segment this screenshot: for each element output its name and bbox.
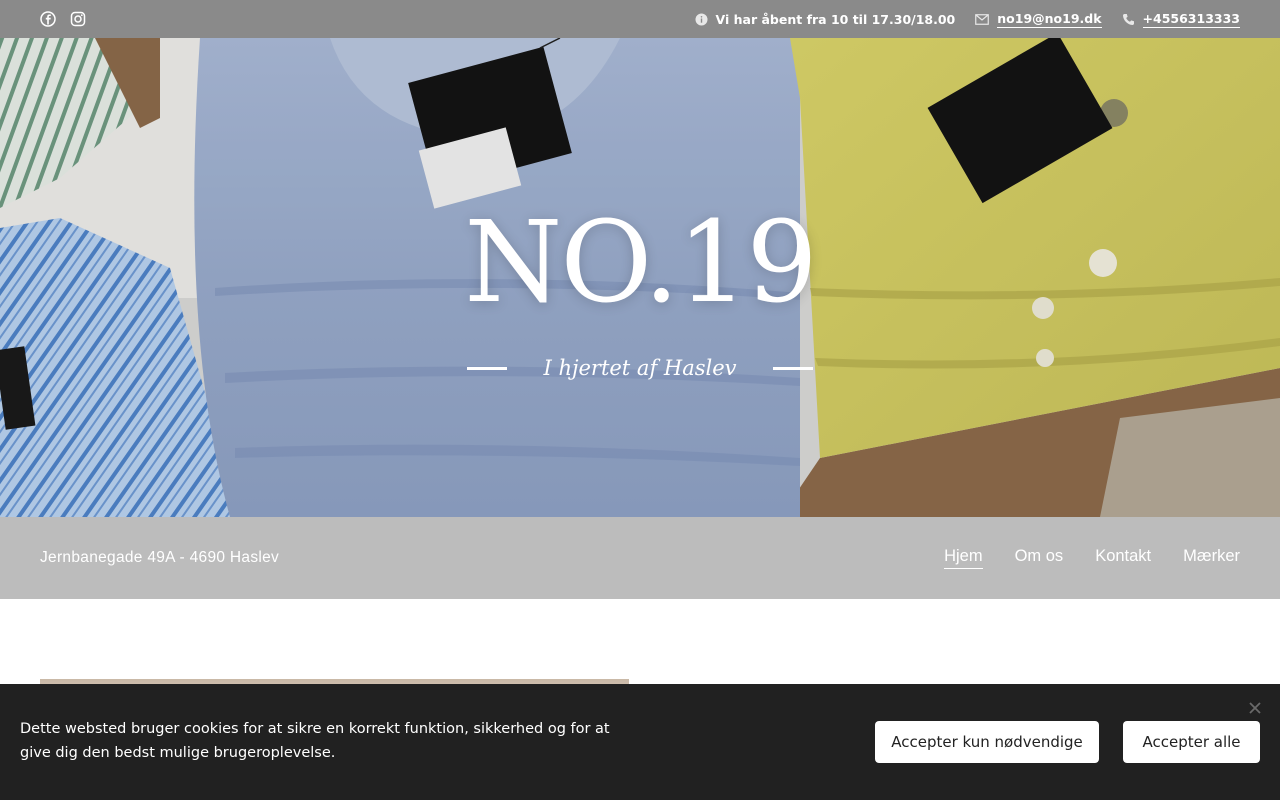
cookie-banner: Dette websted bruger cookies for at sikr… bbox=[0, 684, 1280, 800]
close-icon[interactable] bbox=[1248, 700, 1262, 714]
mail-icon bbox=[975, 13, 990, 25]
nav-item-hjem[interactable]: Hjem bbox=[944, 547, 983, 569]
email-link[interactable]: no19@no19.dk bbox=[997, 11, 1102, 28]
email-contact: no19@no19.dk bbox=[975, 11, 1102, 28]
main-nav: Hjem Om os Kontakt Mærker bbox=[944, 547, 1240, 569]
nav-item-maerker[interactable]: Mærker bbox=[1183, 547, 1240, 569]
phone-icon bbox=[1122, 13, 1134, 25]
phone-contact: +4556313333 bbox=[1122, 11, 1240, 28]
subtitle-divider-right bbox=[772, 366, 813, 370]
store-address: Jernbanegade 49A - 4690 Haslev bbox=[40, 549, 280, 566]
hero-title: NO.19 bbox=[464, 198, 817, 328]
cookie-message: Dette websted bruger cookies for at sikr… bbox=[20, 721, 610, 761]
accept-necessary-button[interactable]: Accepter kun nødvendige bbox=[875, 721, 1099, 763]
contact-info: Vi har åbent fra 10 til 17.30/18.00 no19… bbox=[695, 11, 1240, 28]
phone-link[interactable]: +4556313333 bbox=[1142, 11, 1240, 28]
facebook-icon[interactable] bbox=[40, 11, 56, 27]
nav-item-om-os[interactable]: Om os bbox=[1015, 547, 1064, 569]
nav-item-kontakt[interactable]: Kontakt bbox=[1095, 547, 1151, 569]
hero-banner: NO.19 I hjertet af Haslev bbox=[0, 38, 1280, 517]
navigation-bar: Jernbanegade 49A - 4690 Haslev Hjem Om o… bbox=[0, 517, 1280, 599]
info-icon bbox=[695, 13, 708, 25]
subtitle-divider-left bbox=[467, 366, 508, 370]
hero-subtitle: I hjertet af Haslev bbox=[543, 356, 737, 380]
opening-hours: Vi har åbent fra 10 til 17.30/18.00 bbox=[695, 11, 956, 27]
social-links bbox=[40, 11, 86, 27]
instagram-icon[interactable] bbox=[70, 11, 86, 27]
accept-all-button[interactable]: Accepter alle bbox=[1123, 721, 1260, 763]
hero-subtitle-row: I hjertet af Haslev bbox=[0, 356, 1280, 380]
opening-hours-text: Vi har åbent fra 10 til 17.30/18.00 bbox=[715, 11, 956, 27]
top-bar: Vi har åbent fra 10 til 17.30/18.00 no19… bbox=[0, 0, 1280, 38]
